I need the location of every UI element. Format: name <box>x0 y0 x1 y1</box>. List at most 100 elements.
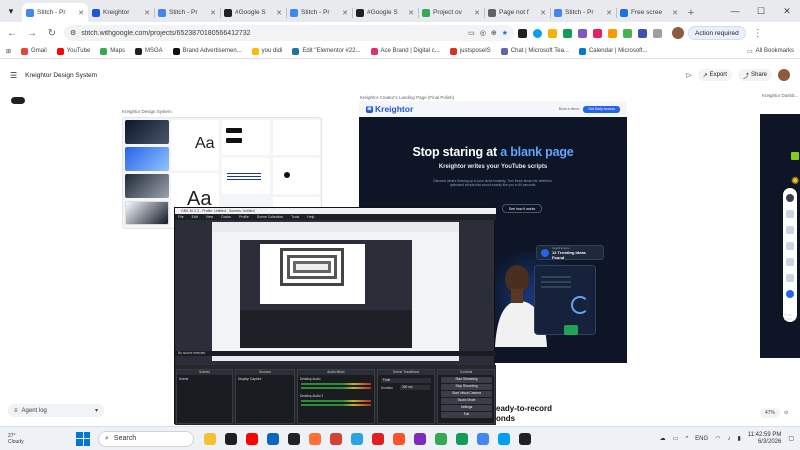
edge-icon[interactable] <box>267 432 279 445</box>
illustrator-icon[interactable] <box>414 432 426 445</box>
photos-icon[interactable] <box>498 432 510 445</box>
wifi-icon[interactable]: ◠ <box>715 435 720 442</box>
onedrive-icon[interactable]: ▭ <box>673 435 679 442</box>
sources-dock[interactable]: Sources Display Capture <box>235 369 295 424</box>
lp-board-label[interactable]: Kreightor Creator's Landing Page (Final … <box>360 95 454 100</box>
icon-sample-cell[interactable] <box>273 158 320 194</box>
transitions-dock[interactable]: Scene Transitions Fade Duration 300 ms <box>377 369 435 424</box>
bookmark-item[interactable]: MSGA <box>134 47 163 55</box>
action-required-button[interactable]: Action required <box>688 26 746 40</box>
zoom-level[interactable]: 47% <box>760 408 781 418</box>
browser-tab[interactable]: Stitch - Pr ✕ <box>550 3 616 22</box>
forward-icon[interactable]: → <box>24 25 40 41</box>
clock[interactable]: 11:42:59 PM 6/3/2026 <box>748 432 782 446</box>
exit-button[interactable]: Exit <box>441 412 492 418</box>
obs-menu-item[interactable]: Scene Collection <box>257 214 283 220</box>
brave-icon[interactable] <box>393 432 405 445</box>
eye-off-icon[interactable]: ◎ <box>480 29 486 37</box>
agent-log-panel[interactable]: ≡ Agent log ▾ <box>8 404 104 417</box>
controls-dock[interactable]: Controls Start Streaming Stop Recording … <box>437 369 495 424</box>
tab-search-icon[interactable]: ▾ <box>0 0 22 22</box>
all-bookmarks[interactable]: ▭ All Bookmarks <box>747 48 794 55</box>
chrome-profile-icon[interactable] <box>456 432 468 445</box>
browser-tab[interactable]: Stitch - Pr ✕ <box>286 3 352 22</box>
extension-icon[interactable] <box>533 28 542 38</box>
canvas-toggle[interactable] <box>11 97 25 104</box>
see-how-button[interactable]: See how it works <box>502 204 542 213</box>
image-tool-icon[interactable] <box>786 258 794 266</box>
address-bar[interactable]: ⚙ stitch.withgoogle.com/projects/6523870… <box>64 25 514 41</box>
close-tab-icon[interactable]: ✕ <box>408 9 414 17</box>
obs-icon[interactable] <box>288 432 300 445</box>
obs-menu-item[interactable]: Help <box>307 214 314 220</box>
bookmark-item[interactable]: Ace Brand | Digital c... <box>370 47 440 55</box>
telegram-icon[interactable] <box>351 432 363 445</box>
extension-icon[interactable] <box>623 28 632 38</box>
site-info-icon[interactable]: ⚙ <box>70 29 76 37</box>
battery-icon[interactable]: ▮ <box>737 435 740 442</box>
wps-icon[interactable] <box>372 432 384 445</box>
file-explorer-icon[interactable] <box>204 432 216 445</box>
bookmark-star-icon[interactable]: ★ <box>502 29 508 37</box>
close-tab-icon[interactable]: ✕ <box>540 9 546 17</box>
obs-menu-item[interactable]: Docks <box>221 214 231 220</box>
obs-preview[interactable] <box>212 222 459 361</box>
extension-icon[interactable] <box>638 28 647 38</box>
obs-menu-item[interactable]: Edit <box>192 214 198 220</box>
shield-app-icon[interactable] <box>330 432 342 445</box>
bookmark-item[interactable]: Calendar | Microsoft... <box>578 47 648 55</box>
bookmark-item[interactable]: you didi <box>251 47 282 55</box>
text-tool-icon[interactable] <box>786 210 794 218</box>
input-sample-cell[interactable] <box>273 120 320 155</box>
bookmark-item[interactable]: justsposeIS <box>449 47 491 55</box>
share-button[interactable]: ⤴ Share <box>737 69 772 81</box>
obs-menu-item[interactable]: View <box>206 214 214 220</box>
minimize-icon[interactable]: — <box>722 6 748 16</box>
trend-card[interactable]: Insight Engine 12 Trending Ideas Found <box>536 245 604 260</box>
bookmark-item[interactable]: Chat | Microsoft Tea... <box>500 47 569 55</box>
zoom-icon[interactable]: ⊕ <box>491 29 497 37</box>
chrome-alt-icon[interactable] <box>477 432 489 445</box>
cast-icon[interactable]: ▭ <box>468 29 475 37</box>
extension-icon[interactable] <box>608 28 617 38</box>
close-tab-icon[interactable]: ✕ <box>210 9 216 17</box>
color-swatch[interactable] <box>125 174 169 198</box>
close-window-icon[interactable]: ✕ <box>774 6 800 17</box>
chevron-down-icon[interactable]: ▾ <box>95 407 98 414</box>
firefox-icon[interactable] <box>309 432 321 445</box>
browser-tab[interactable]: Kreightor ✕ <box>88 3 154 22</box>
extension-icon[interactable] <box>563 28 572 38</box>
apps-grid-icon[interactable]: ⊞ <box>6 48 11 55</box>
obs-menu-item[interactable]: Profile <box>239 214 249 220</box>
menu-icon[interactable]: ☰ <box>10 71 17 80</box>
nav-cta-button[interactable]: Get Early Access <box>583 105 620 113</box>
obs-menu-item[interactable]: Tools <box>291 214 299 220</box>
browser-tab[interactable]: #Google S ✕ <box>220 3 286 22</box>
bookmark-item[interactable]: Gmail <box>21 47 47 55</box>
design-canvas[interactable]: Kreightor Design System Aa Aa Kreightor … <box>0 84 800 426</box>
bookmark-item[interactable]: Maps <box>100 47 125 55</box>
close-tab-icon[interactable]: ✕ <box>606 9 612 17</box>
export-button[interactable]: ↗ Export <box>697 69 732 81</box>
back-icon[interactable]: ← <box>4 25 20 41</box>
extension-icon[interactable] <box>518 28 527 38</box>
duration-input[interactable]: 300 ms <box>400 385 430 390</box>
close-tab-icon[interactable]: ✕ <box>144 9 150 17</box>
extension-icon[interactable] <box>578 28 587 38</box>
close-tab-icon[interactable]: ✕ <box>342 9 348 17</box>
obs-window[interactable]: OBS 30.2.3 - Profile: Untitled - Scenes:… <box>174 207 496 425</box>
kreightor-logo[interactable]: ⊞ Kreightor <box>366 104 413 114</box>
source-item[interactable]: Display Capture <box>238 377 261 381</box>
bookmark-item[interactable]: YouTube <box>56 47 90 55</box>
nav-link[interactable]: Book a demo <box>559 107 580 111</box>
virtual-camera-button[interactable]: Start Virtual Camera <box>441 391 492 397</box>
color-swatch[interactable] <box>125 120 169 144</box>
maximize-icon[interactable]: ☐ <box>748 6 774 17</box>
extensions-puzzle-icon[interactable] <box>653 28 662 38</box>
color-picker-icon[interactable] <box>786 290 794 298</box>
transition-select[interactable]: Fade <box>381 378 431 383</box>
browser-tab[interactable]: Stitch - Pr ✕ <box>22 3 88 22</box>
obs-menu-item[interactable]: File <box>178 214 184 220</box>
youtube-icon[interactable] <box>246 432 258 445</box>
media-player-icon[interactable] <box>519 432 531 445</box>
